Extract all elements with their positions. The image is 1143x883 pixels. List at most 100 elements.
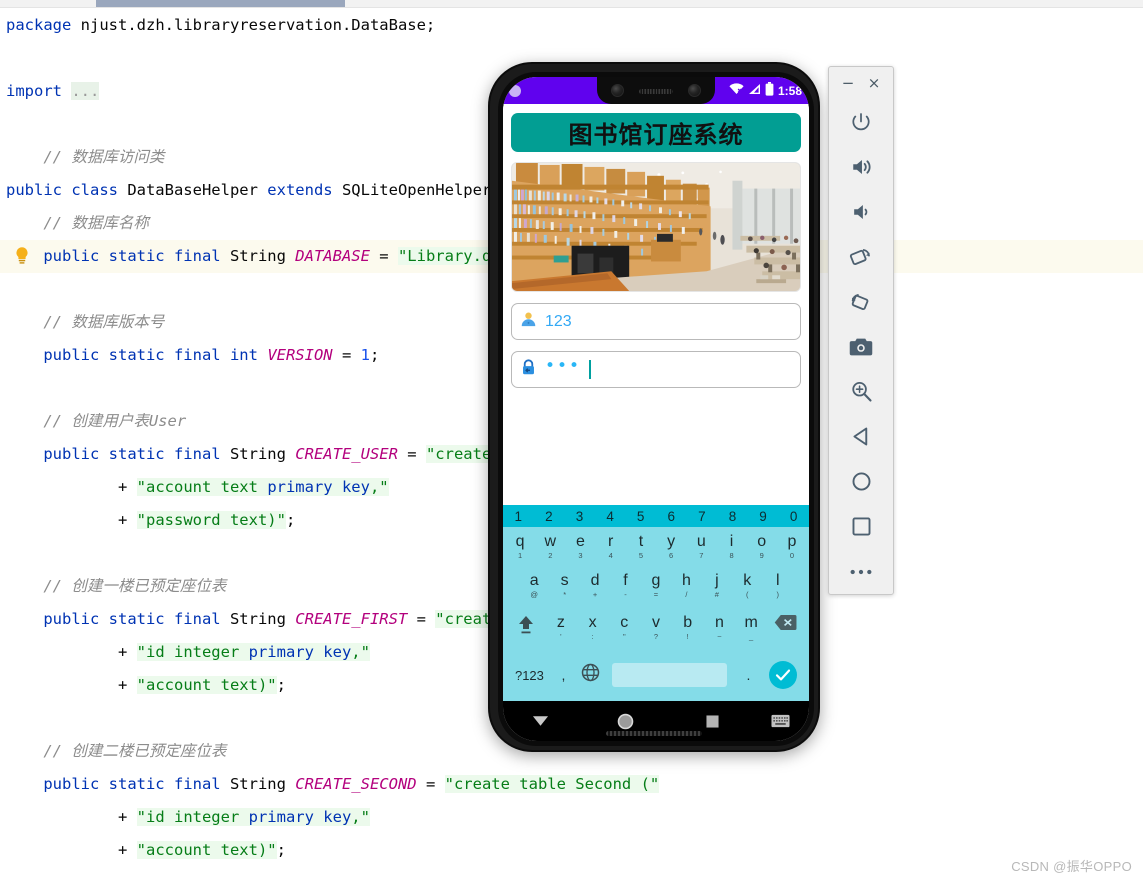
rotate-left-button[interactable] (839, 234, 883, 279)
code-token-str: ," (369, 478, 389, 496)
key-w[interactable]: w2 (535, 533, 565, 560)
key-l[interactable]: l) (763, 572, 793, 599)
code-line: package njust.dzh.libraryreservation.Dat… (0, 9, 1143, 42)
backspace-key[interactable] (767, 614, 805, 631)
close-button[interactable]: × (868, 74, 881, 92)
key-a[interactable]: a @ (519, 572, 549, 599)
code-token-plain: + (117, 841, 137, 859)
key-label: i (729, 533, 734, 550)
key-y[interactable]: y6 (656, 533, 686, 560)
key-j[interactable]: j # (702, 572, 732, 599)
keyboard-suggestion-row[interactable]: 1234567890 (503, 505, 809, 527)
keyboard-row-3[interactable]: z ' x: c " v? b! n ~ m _ (503, 609, 809, 651)
key-o[interactable]: o9 (747, 533, 777, 560)
code-token-strp: primary key (248, 808, 352, 826)
on-screen-keyboard[interactable]: 1234567890 q1w2e3r4t5y6u7i8o9p0 a @ s * d + f -… (503, 505, 809, 701)
symbols-key[interactable]: ?123 (509, 668, 550, 683)
key-u[interactable]: u7 (686, 533, 716, 560)
nav-home-button[interactable] (578, 713, 673, 730)
suggestion-key[interactable]: 7 (687, 509, 718, 524)
key-sublabel: 0 (789, 551, 795, 560)
more-button[interactable] (839, 549, 883, 594)
keyboard-letter-keys-row-3[interactable]: z ' x: c " v? b! n ~ m _ (545, 614, 767, 641)
key-n[interactable]: n ~ (704, 614, 736, 641)
rotate-right-button[interactable] (839, 279, 883, 324)
shift-key[interactable] (507, 614, 545, 636)
key-p[interactable]: p0 (777, 533, 807, 560)
password-value: ••• (545, 356, 582, 376)
suggestion-key[interactable]: 1 (503, 509, 534, 524)
key-sublabel: - (624, 590, 627, 599)
library-interior-photo (511, 162, 801, 292)
key-label: j (715, 572, 719, 589)
nav-recents-button[interactable] (673, 714, 751, 728)
android-emulator-window[interactable]: 1:58 图书馆订座系统 123 ••• 1 2 3 4 5 6 7 8 9 0… (488, 62, 820, 752)
window-controls[interactable]: − × (829, 67, 893, 99)
enter-key[interactable] (762, 661, 803, 689)
key-d[interactable]: d + (580, 572, 610, 599)
comma-key[interactable]: , (550, 667, 577, 683)
lightbulb-icon[interactable] (14, 245, 30, 267)
back-button[interactable] (839, 414, 883, 459)
key-r[interactable]: r4 (596, 533, 626, 560)
code-token-cst: CREATE_USER (295, 445, 398, 463)
code-token-plain: + (117, 478, 137, 496)
zoom-button[interactable] (839, 369, 883, 414)
emulator-toolbar[interactable]: − × (828, 66, 894, 595)
horizontal-scrollbar-thumb[interactable] (96, 0, 345, 7)
suggestion-key[interactable]: 0 (778, 509, 809, 524)
key-z[interactable]: z ' (545, 614, 577, 641)
suggestion-key[interactable]: 2 (534, 509, 565, 524)
code-token-plain: String (220, 445, 296, 463)
phone-body: 1:58 图书馆订座系统 123 ••• 1 2 3 4 5 6 7 8 9 0… (488, 62, 820, 752)
suggestion-key[interactable]: 6 (656, 509, 687, 524)
key-v[interactable]: v? (640, 614, 672, 641)
key-f[interactable]: f- (610, 572, 640, 599)
suggestion-key[interactable]: 9 (748, 509, 779, 524)
key-label: f (623, 572, 628, 589)
key-k[interactable]: k( (732, 572, 762, 599)
volume-down-button[interactable] (839, 189, 883, 234)
key-x[interactable]: x: (577, 614, 609, 641)
period-key[interactable]: . (735, 667, 762, 683)
code-token-str: "password text)" (136, 511, 286, 529)
suggestion-key[interactable]: 5 (625, 509, 656, 524)
key-c[interactable]: c " (608, 614, 640, 641)
globe-icon[interactable] (577, 663, 604, 687)
suggestion-key[interactable]: 3 (564, 509, 595, 524)
nav-back-button[interactable] (503, 714, 578, 728)
key-q[interactable]: q1 (505, 533, 535, 560)
key-label: d (590, 572, 600, 589)
password-input[interactable]: ••• (511, 351, 801, 388)
text-caret (589, 360, 592, 379)
screenshot-button[interactable] (839, 324, 883, 369)
minimize-button[interactable]: − (842, 74, 855, 92)
key-label: v (652, 614, 660, 631)
keyboard-row-4[interactable]: ?123 , . (503, 651, 809, 695)
key-e[interactable]: e3 (565, 533, 595, 560)
space-key[interactable] (612, 663, 727, 687)
volume-up-button[interactable] (839, 144, 883, 189)
key-b[interactable]: b! (672, 614, 704, 641)
code-token-str: ," (351, 808, 370, 826)
keyboard-row-2[interactable]: a @ s * d + f - g = h / j # k(l) (503, 567, 809, 609)
nav-keyboard-button[interactable] (751, 714, 809, 728)
suggestion-key[interactable]: 8 (717, 509, 748, 524)
key-t[interactable]: t5 (626, 533, 656, 560)
key-i[interactable]: i8 (716, 533, 746, 560)
key-m[interactable]: m _ (735, 614, 767, 641)
overview-button[interactable] (839, 504, 883, 549)
home-button[interactable] (839, 459, 883, 504)
key-h[interactable]: h / (671, 572, 701, 599)
key-sublabel: ' (560, 632, 562, 641)
horizontal-scrollbar-track[interactable] (0, 0, 1143, 8)
key-s[interactable]: s * (549, 572, 579, 599)
keyboard-row-1[interactable]: q1w2e3r4t5y6u7i8o9p0 (503, 527, 809, 567)
phone-screen[interactable]: 1:58 图书馆订座系统 123 ••• 1 2 3 4 5 6 7 8 9 0… (503, 77, 809, 741)
suggestion-key[interactable]: 4 (595, 509, 626, 524)
username-input[interactable]: 123 (511, 303, 801, 340)
key-g[interactable]: g = (641, 572, 671, 599)
power-button[interactable] (839, 99, 883, 144)
code-token-str: "account text)" (136, 676, 277, 694)
